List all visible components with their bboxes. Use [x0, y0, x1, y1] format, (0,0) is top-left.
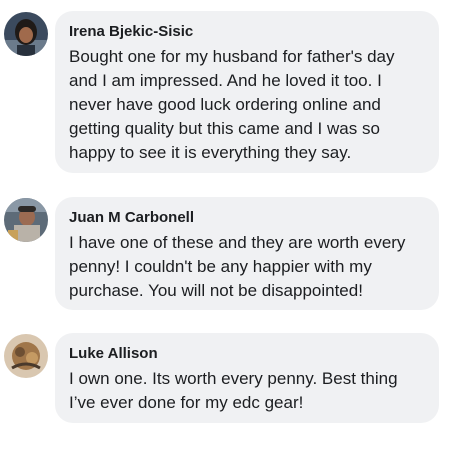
user-photo-icon — [4, 198, 48, 242]
avatar[interactable] — [4, 12, 48, 56]
user-photo-icon — [4, 334, 48, 378]
comment-author[interactable]: Luke Allison — [69, 344, 427, 364]
comment-bubble: Irena Bjekic-Sisic Bought one for my hus… — [55, 11, 439, 173]
comment-bubble: Juan M Carbonell I have one of these and… — [55, 197, 439, 310]
avatar[interactable] — [4, 334, 48, 378]
comment-text: I have one of these and they are worth e… — [69, 233, 406, 300]
comment-text: I own one. Its worth every penny. Best t… — [69, 369, 398, 412]
user-photo-icon — [4, 12, 48, 56]
comment-author[interactable]: Juan M Carbonell — [69, 208, 427, 228]
comment-bubble: Luke Allison I own one. Its worth every … — [55, 333, 439, 423]
comment-author[interactable]: Irena Bjekic-Sisic — [69, 22, 427, 42]
avatar[interactable] — [4, 198, 48, 242]
comment-text: Bought one for my husband for father's d… — [69, 47, 395, 162]
